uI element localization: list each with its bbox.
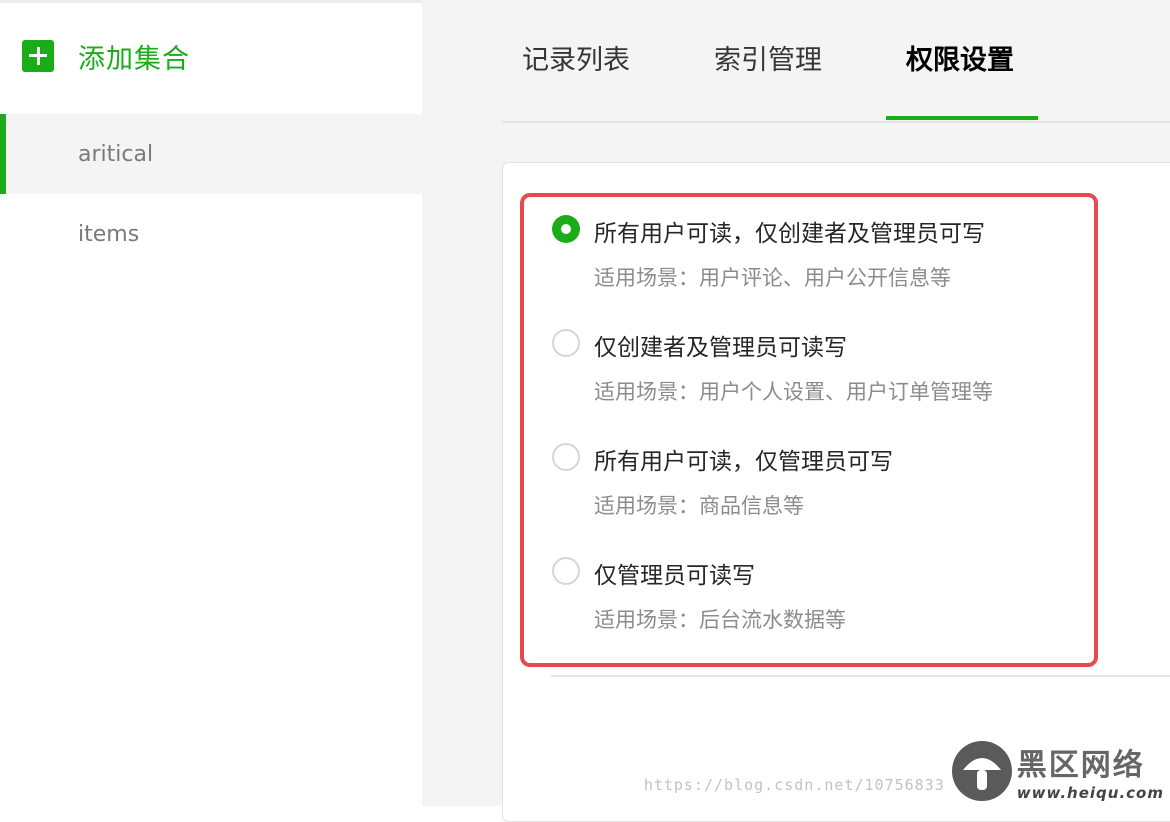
watermark-brand: 黑区网络 www.heiqu.com bbox=[1017, 748, 1164, 802]
sidebar-item-aritical[interactable]: aritical bbox=[0, 114, 422, 194]
tab-permission-settings[interactable]: 权限设置 bbox=[906, 38, 1014, 77]
tab-record-list[interactable]: 记录列表 bbox=[522, 38, 630, 77]
watermark-url: https://blog.csdn.net/10756833 bbox=[643, 776, 945, 794]
watermark: https://blog.csdn.net/10756833 黑区网络 www.… bbox=[644, 738, 1164, 802]
plus-icon bbox=[22, 40, 54, 72]
sidebar: 添加集合 aritical items bbox=[0, 0, 422, 806]
sidebar-item-label: aritical bbox=[78, 141, 154, 167]
mushroom-logo-icon bbox=[951, 741, 1012, 801]
card-divider bbox=[551, 675, 1170, 677]
main-panel: 记录列表 索引管理 权限设置 所有用户可读，仅创建者及管理员可写 适用场景：用户… bbox=[422, 0, 1170, 822]
sidebar-item-label: items bbox=[78, 221, 140, 247]
selection-highlight-box bbox=[520, 193, 1098, 667]
sidebar-top-divider bbox=[0, 0, 422, 3]
add-collection-button[interactable]: 添加集合 bbox=[22, 38, 190, 75]
watermark-domain: www.heiqu.com bbox=[1016, 784, 1164, 802]
sidebar-item-items[interactable]: items bbox=[0, 194, 422, 274]
watermark-brand-name: 黑区网络 bbox=[1016, 748, 1145, 783]
tab-bar: 记录列表 索引管理 权限设置 bbox=[502, 0, 1170, 123]
active-tab-indicator bbox=[886, 116, 1038, 120]
add-collection-label: 添加集合 bbox=[78, 43, 190, 75]
tab-index-management[interactable]: 索引管理 bbox=[714, 38, 822, 77]
